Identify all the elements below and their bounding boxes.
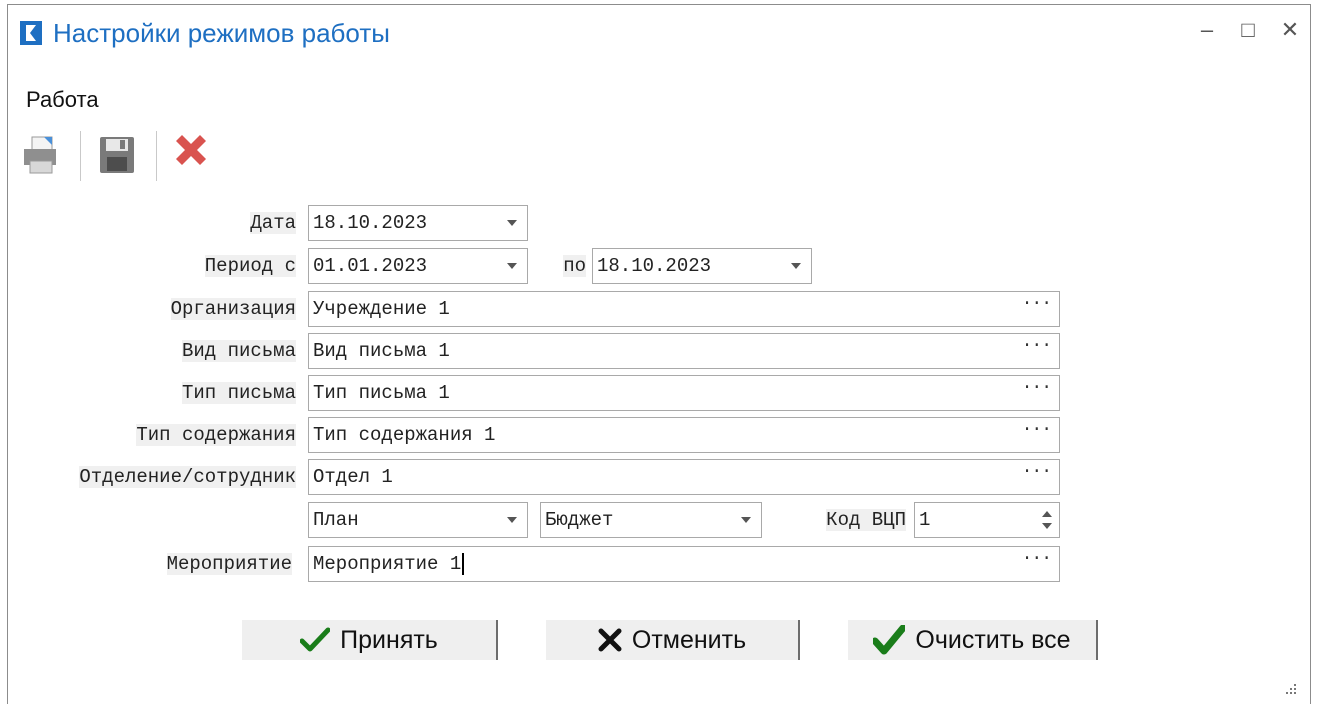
organization-value: Учреждение 1 bbox=[313, 298, 450, 320]
chevron-down-icon[interactable] bbox=[507, 517, 517, 523]
resize-grip-icon[interactable] bbox=[1284, 682, 1298, 696]
maximize-button[interactable]: □ bbox=[1232, 17, 1264, 43]
code-value: 1 bbox=[919, 509, 931, 531]
period-from-label: Период с bbox=[204, 255, 296, 277]
content-type-label: Тип содержания bbox=[136, 424, 296, 446]
chevron-down-icon[interactable] bbox=[791, 263, 801, 269]
period-to-label: по bbox=[563, 255, 586, 277]
close-button[interactable]: ✕ bbox=[1274, 17, 1306, 43]
text-cursor bbox=[462, 553, 465, 575]
menu-item-work[interactable]: Работа bbox=[26, 87, 99, 112]
toolbar-separator bbox=[80, 131, 81, 181]
chevron-down-icon[interactable] bbox=[507, 263, 517, 269]
settings-window: Настройки режимов работы – □ ✕ Работа Да… bbox=[7, 4, 1311, 704]
cancel-button[interactable]: Отменить bbox=[546, 620, 800, 660]
minimize-button[interactable]: – bbox=[1191, 17, 1223, 43]
budget-select[interactable]: Бюджет bbox=[540, 502, 762, 538]
letter-kind-field[interactable]: Вид письма 1 ··· bbox=[308, 333, 1060, 369]
letter-type-field[interactable]: Тип письма 1 ··· bbox=[308, 375, 1060, 411]
event-text: Мероприятие 1 bbox=[313, 553, 462, 576]
cancel-label: Отменить bbox=[631, 625, 747, 654]
event-field[interactable]: Мероприятие 1 ··· bbox=[308, 546, 1060, 582]
letter-kind-value: Вид письма 1 bbox=[313, 340, 450, 362]
period-to-picker[interactable]: 18.10.2023 bbox=[592, 248, 812, 284]
letter-type-label: Тип письма bbox=[181, 382, 296, 404]
plan-value: План bbox=[313, 509, 359, 531]
menu-bar: Работа bbox=[26, 87, 99, 113]
department-field[interactable]: Отдел 1 ··· bbox=[308, 459, 1060, 495]
chevron-down-icon[interactable] bbox=[741, 517, 751, 523]
department-label: Отделение/сотрудник bbox=[79, 466, 296, 488]
event-label: Мероприятие bbox=[166, 553, 292, 575]
check-icon bbox=[873, 625, 906, 655]
clear-all-label: Очистить все bbox=[915, 625, 1071, 654]
letter-type-value: Тип письма 1 bbox=[313, 382, 450, 404]
organization-field[interactable]: Учреждение 1 ··· bbox=[308, 291, 1060, 327]
more-icon[interactable]: ··· bbox=[1022, 420, 1052, 440]
date-value: 18.10.2023 bbox=[313, 212, 428, 234]
content-type-value: Тип содержания 1 bbox=[313, 424, 496, 446]
toolbar-separator bbox=[156, 131, 157, 181]
app-icon bbox=[20, 21, 42, 45]
print-icon[interactable] bbox=[18, 127, 64, 183]
date-picker[interactable]: 18.10.2023 bbox=[308, 205, 528, 241]
period-from-value: 01.01.2023 bbox=[313, 255, 428, 277]
check-icon bbox=[300, 627, 331, 652]
letter-kind-label: Вид письма bbox=[181, 340, 296, 362]
code-label: Код ВЦП bbox=[826, 509, 906, 531]
code-stepper[interactable]: 1 bbox=[914, 502, 1060, 538]
date-label: Дата bbox=[250, 212, 296, 234]
department-value: Отдел 1 bbox=[313, 466, 393, 488]
organization-label: Организация bbox=[170, 298, 296, 320]
more-icon[interactable]: ··· bbox=[1022, 336, 1052, 356]
budget-value: Бюджет bbox=[545, 509, 614, 531]
title-bar: Настройки режимов работы – □ ✕ bbox=[8, 5, 1310, 61]
more-icon[interactable]: ··· bbox=[1022, 378, 1052, 398]
accept-button[interactable]: Принять bbox=[242, 620, 498, 660]
event-value: Мероприятие 1 bbox=[313, 553, 465, 576]
accept-label: Принять bbox=[340, 625, 438, 654]
cross-icon bbox=[598, 628, 622, 652]
more-icon[interactable]: ··· bbox=[1022, 462, 1052, 482]
plan-select[interactable]: План bbox=[308, 502, 528, 538]
spinner-icon[interactable] bbox=[1041, 507, 1053, 533]
clear-all-button[interactable]: Очистить все bbox=[848, 620, 1098, 660]
chevron-down-icon[interactable] bbox=[507, 220, 517, 226]
delete-icon[interactable] bbox=[168, 127, 214, 183]
period-from-picker[interactable]: 01.01.2023 bbox=[308, 248, 528, 284]
window-title: Настройки режимов работы bbox=[53, 18, 390, 48]
more-icon[interactable]: ··· bbox=[1022, 294, 1052, 314]
content-type-field[interactable]: Тип содержания 1 ··· bbox=[308, 417, 1060, 453]
more-icon[interactable]: ··· bbox=[1022, 549, 1052, 569]
save-icon[interactable] bbox=[94, 127, 140, 183]
period-to-value: 18.10.2023 bbox=[597, 255, 712, 277]
